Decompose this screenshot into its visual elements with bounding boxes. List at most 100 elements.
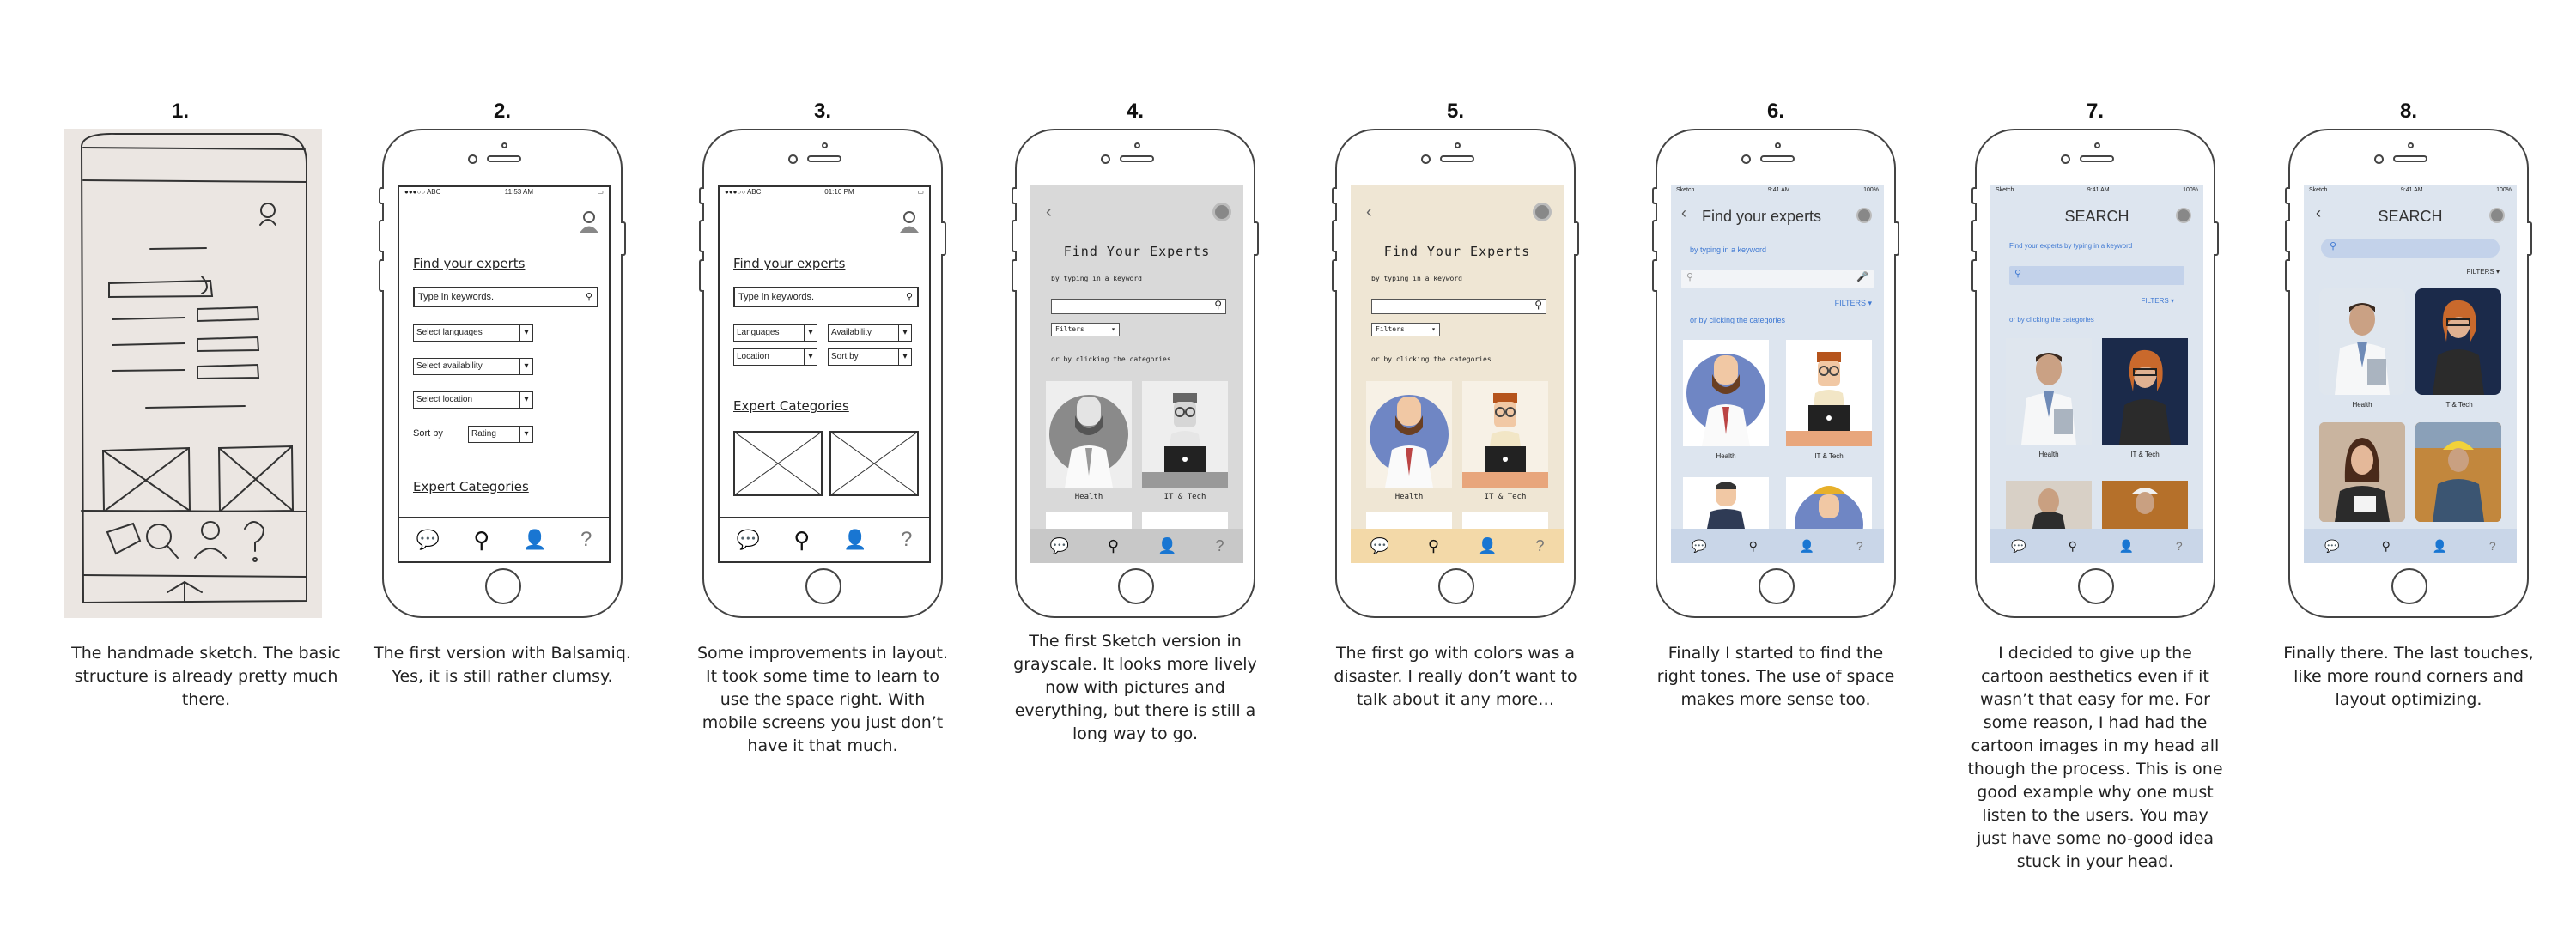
availability-select[interactable]: Select availability [413, 358, 533, 375]
status-carrier: Sketch [1676, 187, 1695, 193]
avatar-icon[interactable] [898, 209, 920, 233]
language-select[interactable]: Select languages [413, 324, 533, 342]
step-number: 8. [2399, 100, 2417, 123]
profile-icon[interactable]: 👤 [1157, 537, 1176, 555]
availability-select[interactable]: Availability [828, 324, 912, 342]
search-input[interactable]: ⚲ [2009, 266, 2184, 285]
it-illustration [1462, 381, 1548, 488]
search-hint: by typing in a keyword [1051, 275, 1142, 282]
home-button[interactable] [1438, 568, 1474, 604]
home-button[interactable] [1118, 568, 1154, 604]
search-icon[interactable]: ⚲ [2069, 539, 2077, 554]
search-input[interactable]: Type in keywords. ⚲ [413, 287, 598, 307]
chat-icon[interactable]: 💬 [2011, 539, 2026, 554]
category-health[interactable]: Health [2319, 288, 2405, 409]
search-input[interactable]: Type in keywords. ⚲ [733, 287, 919, 307]
search-icon[interactable]: ⚲ [793, 527, 810, 554]
profile-icon[interactable]: 👤 [2433, 539, 2447, 554]
search-icon[interactable]: ⚲ [1749, 539, 1758, 554]
search-input[interactable]: ⚲ 🎤 [1681, 270, 1874, 288]
profile-icon[interactable]: 👤 [1800, 539, 1814, 554]
search-icon[interactable]: ⚲ [906, 288, 913, 306]
category-health[interactable]: Health [1046, 381, 1132, 501]
filters-select[interactable]: Filters ▾ [1371, 323, 1440, 336]
category-health[interactable]: Health [1683, 340, 1769, 460]
home-button[interactable] [485, 568, 521, 604]
chat-icon[interactable]: 💬 [416, 529, 440, 551]
profile-icon[interactable]: 👤 [843, 529, 866, 551]
help-icon[interactable]: ? [1535, 537, 1544, 555]
back-icon[interactable]: ‹ [1681, 204, 1686, 222]
search-icon[interactable]: ⚲ [1214, 299, 1222, 311]
chat-icon[interactable]: 💬 [1049, 537, 1068, 555]
search-icon[interactable]: ⚲ [1428, 537, 1439, 555]
camera-icon [468, 154, 477, 164]
search-icon[interactable]: ⚲ [586, 288, 592, 306]
help-icon[interactable]: ? [901, 528, 912, 552]
location-select[interactable]: Select location [413, 391, 533, 409]
avatar-icon[interactable] [578, 209, 600, 233]
step-caption: I decided to give up the cartoon aesthet… [1967, 644, 2223, 871]
filters-select[interactable]: Filters ▾ [1051, 323, 1120, 336]
chat-icon[interactable]: 💬 [1692, 539, 1706, 554]
category-health[interactable]: Health [1366, 381, 1452, 501]
sort-select[interactable]: Rating [468, 426, 533, 443]
home-button[interactable] [2078, 568, 2114, 604]
back-icon[interactable]: ‹ [1366, 203, 1372, 222]
help-icon[interactable]: ? [1215, 537, 1224, 555]
avatar-icon[interactable] [1533, 203, 1552, 221]
filters-button[interactable]: FILTERS ▾ [2466, 268, 2500, 276]
status-battery: 100% [1863, 187, 1879, 193]
language-select[interactable]: Languages [733, 324, 817, 342]
category-placeholder[interactable] [733, 431, 823, 496]
step-caption: The handmade sketch. The basic structure… [71, 644, 341, 709]
chat-icon[interactable]: 💬 [1370, 537, 1388, 555]
search-input[interactable]: ⚲ [2321, 239, 2500, 258]
category-it[interactable]: IT & Tech [1142, 381, 1228, 501]
help-icon[interactable]: ? [2489, 539, 2496, 553]
profile-icon[interactable]: 👤 [2119, 539, 2134, 554]
location-select[interactable]: Location [733, 348, 817, 366]
filters-button[interactable]: FILTERS ▾ [2141, 297, 2174, 305]
chat-icon[interactable]: 💬 [2324, 539, 2339, 554]
home-button[interactable] [1759, 568, 1795, 604]
home-button[interactable] [2391, 568, 2427, 604]
search-icon[interactable]: ⚲ [1534, 299, 1542, 311]
chat-icon[interactable]: 💬 [737, 529, 760, 551]
category-health[interactable]: Health [2006, 338, 2092, 458]
search-icon[interactable]: ⚲ [2382, 539, 2391, 554]
help-icon[interactable]: ? [1856, 539, 1863, 553]
it-illustration [1786, 340, 1872, 446]
avatar-icon[interactable] [1212, 203, 1231, 221]
step-8: 8. Sketch 9:41 AM 100% ‹ SEARCH ⚲ FILTER… [2280, 0, 2537, 927]
category-it[interactable]: IT & Tech [1786, 340, 1872, 460]
camera-icon [2061, 154, 2070, 164]
search-icon[interactable]: ⚲ [1108, 537, 1119, 555]
category-it[interactable]: IT & Tech [1462, 381, 1548, 501]
profile-icon[interactable]: 👤 [1478, 537, 1497, 555]
profile-icon[interactable]: 👤 [523, 529, 546, 551]
category-placeholder[interactable] [829, 431, 919, 496]
page-title: Find your experts [733, 256, 846, 271]
category-card[interactable] [2415, 422, 2501, 522]
category-it[interactable]: IT & Tech [2415, 288, 2501, 409]
category-card[interactable] [2319, 422, 2405, 522]
help-icon[interactable]: ? [580, 528, 592, 552]
filters-button[interactable]: FILTERS ▾ [1835, 299, 1872, 308]
step-number: 2. [493, 100, 511, 123]
sort-select[interactable]: Sort by [828, 348, 912, 366]
back-icon[interactable]: ‹ [1046, 203, 1052, 222]
avatar-icon[interactable] [2489, 208, 2505, 223]
home-button[interactable] [805, 568, 841, 604]
battery-icon: ▭ [597, 188, 604, 196]
search-input[interactable]: ⚲ [1371, 299, 1546, 314]
mic-icon[interactable]: 🎤 [1856, 271, 1868, 282]
avatar-icon[interactable] [1856, 208, 1872, 223]
category-it[interactable]: IT & Tech [2102, 338, 2188, 458]
avatar-icon[interactable] [2176, 208, 2191, 223]
search-icon[interactable]: ⚲ [473, 527, 489, 554]
help-icon[interactable]: ? [2176, 539, 2183, 553]
search-icon: ⚲ [1686, 272, 1694, 282]
categories-hint: or by clicking the categories [1051, 355, 1171, 363]
search-input[interactable]: ⚲ [1051, 299, 1226, 314]
